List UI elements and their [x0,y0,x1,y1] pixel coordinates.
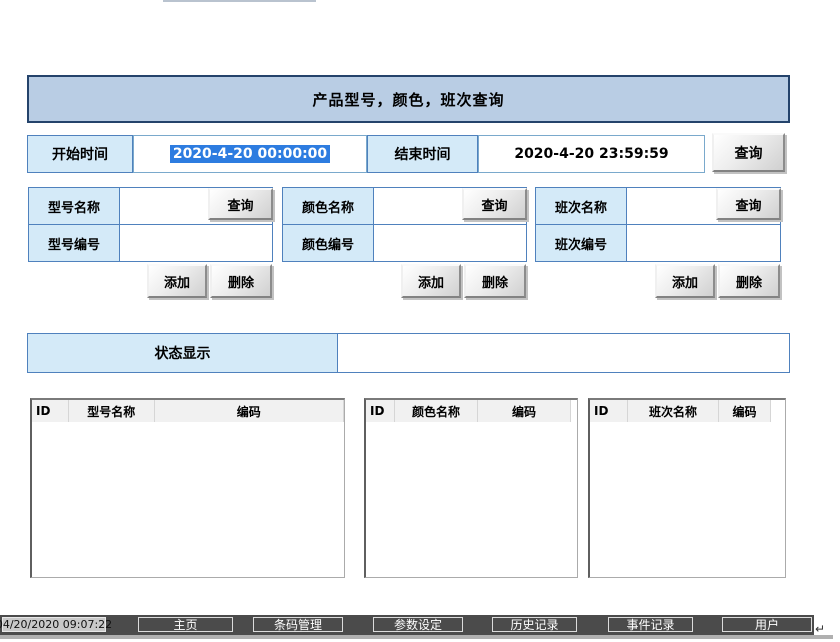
bottom-shadow-strip [0,635,833,639]
model-name-label: 型号名称 [28,187,120,225]
model-code-input[interactable] [119,224,273,262]
time-filter-row: 开始时间 2020-4-20 00:00:00 结束时间 2020-4-20 2… [27,135,705,173]
shift-panel: 班次名称 班次编号 查询 添加 删除 [535,187,781,299]
nav-history-button[interactable]: 历史记录 [492,617,577,632]
color-table-col-id: ID [366,400,395,422]
color-name-label: 颜色名称 [282,187,374,225]
shift-table-header: ID 班次名称 编码 [590,400,785,422]
model-table-col-id: ID [32,400,69,422]
nav-home-button[interactable]: 主页 [138,617,233,632]
shift-add-button[interactable]: 添加 [655,264,715,298]
model-panel: 型号名称 型号编号 查询 添加 删除 [28,187,273,299]
hmi-query-screen: 产品型号，颜色，班次查询 开始时间 2020-4-20 00:00:00 结束时… [0,0,840,642]
model-add-button[interactable]: 添加 [147,264,207,298]
shift-code-label: 班次编号 [535,224,627,262]
color-panel: 颜色名称 颜色编号 查询 添加 删除 [282,187,527,299]
model-table-col-name: 型号名称 [69,400,155,422]
end-time-input[interactable]: 2020-4-20 23:59:59 [478,135,705,173]
model-query-button[interactable]: 查询 [208,188,273,220]
model-table-header: ID 型号名称 编码 [32,400,344,422]
nav-params-button[interactable]: 参数设定 [373,617,463,632]
model-delete-button[interactable]: 删除 [210,264,272,298]
shift-name-label: 班次名称 [535,187,627,225]
time-query-button[interactable]: 查询 [712,133,785,172]
shift-table-col-id: ID [590,400,628,422]
shift-table-col-name: 班次名称 [628,400,719,422]
model-table[interactable]: ID 型号名称 编码 [30,398,345,578]
color-delete-button[interactable]: 删除 [464,264,526,298]
clock-display: 04/20/2020 09:07:22 [2,617,106,632]
color-code-input[interactable] [373,224,527,262]
start-time-input[interactable]: 2020-4-20 00:00:00 [133,135,367,173]
shift-delete-button[interactable]: 删除 [718,264,780,298]
color-code-label: 颜色编号 [282,224,374,262]
model-code-label: 型号编号 [28,224,120,262]
status-value [337,333,790,373]
color-query-button[interactable]: 查询 [462,188,527,220]
color-add-button[interactable]: 添加 [401,264,461,298]
color-table-col-name: 颜色名称 [395,400,478,422]
page-title: 产品型号，颜色，班次查询 [27,75,790,123]
end-time-label: 结束时间 [367,135,478,173]
nav-user-button[interactable]: 用户 [722,617,812,632]
shift-query-button[interactable]: 查询 [716,188,781,220]
shift-table-col-code: 编码 [719,400,771,422]
top-edge-strip [163,0,316,2]
nav-events-button[interactable]: 事件记录 [608,617,693,632]
status-label: 状态显示 [27,333,338,373]
bottom-nav-bar: 04/20/2020 09:07:22 主页 条码管理 参数设定 历史记录 事件… [0,615,814,635]
color-table-col-code: 编码 [478,400,571,422]
nav-barcode-button[interactable]: 条码管理 [253,617,343,632]
paragraph-mark-icon: ↵ [815,622,825,636]
color-table-header: ID 颜色名称 编码 [366,400,577,422]
shift-table[interactable]: ID 班次名称 编码 [588,398,786,578]
start-time-label: 开始时间 [27,135,133,173]
start-time-selected-text: 2020-4-20 00:00:00 [170,145,330,163]
shift-code-input[interactable] [626,224,781,262]
model-table-col-code: 编码 [155,400,344,422]
color-table[interactable]: ID 颜色名称 编码 [364,398,578,578]
